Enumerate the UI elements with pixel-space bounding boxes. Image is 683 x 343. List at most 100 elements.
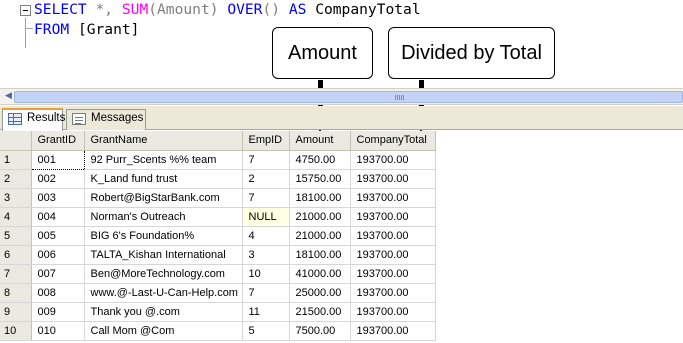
emp-id-cell[interactable]: 10 (242, 264, 290, 284)
grid-icon (8, 113, 22, 125)
row-number[interactable]: 10 (0, 321, 32, 341)
grant-name-cell[interactable]: Robert@BigStarBank.com (84, 188, 243, 208)
company-total-cell[interactable]: 193700.00 (350, 207, 436, 227)
company-total-cell[interactable]: 193700.00 (350, 150, 436, 170)
results-grid[interactable]: GrantID GrantName EmpID Amount CompanyTotal … (0, 131, 683, 343)
emp-id-cell[interactable]: 4 (242, 226, 290, 246)
grant-name-cell[interactable]: Norman's Outreach (84, 207, 243, 227)
amount-cell[interactable]: 18100.00 (289, 245, 351, 265)
grant-name-cell[interactable]: 92 Purr_Scents %% team (84, 150, 243, 170)
amount-cell[interactable]: 21000.00 (289, 226, 351, 246)
amount-cell[interactable]: 4750.00 (289, 150, 351, 170)
column-grantid-header[interactable]: GrantID (31, 131, 85, 151)
scroll-thumb[interactable] (14, 91, 683, 103)
code-alias: CompanyTotal (306, 1, 421, 18)
grant-name-cell[interactable]: TALTA_Kishan International (84, 245, 243, 265)
emp-id-cell[interactable]: 7 (242, 150, 290, 170)
grant-id-cell[interactable]: 009 (31, 302, 85, 322)
grant-name-cell[interactable]: Call Mom @Com (84, 321, 243, 341)
row-number[interactable]: 5 (0, 226, 32, 246)
keyword-select: SELECT (34, 1, 87, 18)
grant-name-cell[interactable]: Thank you @.com (84, 302, 243, 322)
column-row-number-header[interactable] (0, 131, 32, 151)
row-number[interactable]: 1 (0, 150, 32, 170)
company-total-cell[interactable]: 193700.00 (350, 264, 436, 284)
grant-id-cell[interactable]: 001 (30, 149, 85, 170)
result-tabs: Results Messages (0, 106, 683, 131)
grant-id-cell[interactable]: 008 (31, 283, 85, 303)
emp-id-cell[interactable]: NULL (242, 207, 290, 227)
company-total-cell[interactable]: 193700.00 (350, 283, 436, 303)
grant-id-cell[interactable]: 003 (31, 188, 85, 208)
row-number[interactable]: 3 (0, 188, 32, 208)
grant-id-cell[interactable]: 005 (31, 226, 85, 246)
table-row[interactable]: 7 007 Ben@MoreTechnology.com 10 41000.00 1937… (0, 264, 436, 284)
collapse-toggle-icon[interactable] (20, 5, 31, 16)
table-row[interactable]: 4 004 Norman's Outreach NULL 21000.00 193700.… (0, 207, 436, 227)
query-editor[interactable]: SELECT *, SUM(Amount) OVER() AS CompanyT… (0, 0, 683, 88)
grid-body: 1 001 92 Purr_Scents %% team 7 4750.00 193700… (0, 149, 436, 341)
grant-id-cell[interactable]: 002 (31, 169, 85, 189)
table-row[interactable]: 3 003 Robert@BigStarBank.com 7 18100.00 19370… (0, 188, 436, 208)
table-row[interactable]: 5 005 BIG 6's Foundation% 4 21000.00 193700.0… (0, 226, 436, 246)
grant-name-cell[interactable]: Ben@MoreTechnology.com (84, 264, 243, 284)
keyword-as: AS (288, 1, 307, 18)
company-total-cell[interactable]: 193700.00 (350, 321, 436, 341)
header-row: GrantID GrantName EmpID Amount CompanyTotal (0, 131, 436, 151)
amount-cell[interactable]: 21000.00 (289, 207, 351, 227)
row-number[interactable]: 2 (0, 169, 32, 189)
code-line-from: FROM [Grant] (34, 21, 139, 39)
results-table: GrantID GrantName EmpID Amount CompanyTotal … (0, 131, 436, 341)
column-empid-header[interactable]: EmpID (242, 131, 290, 151)
outline-guide (25, 18, 26, 48)
table-row[interactable]: 2 002 K_Land fund trust 2 15750.00 193700.00 (0, 169, 436, 189)
code-table: [Grant] (69, 21, 140, 38)
grant-id-cell[interactable]: 007 (31, 264, 85, 284)
grant-name-cell[interactable]: BIG 6's Foundation% (84, 226, 243, 246)
column-companytotal-header[interactable]: CompanyTotal (350, 131, 436, 151)
scroll-grip-icon (395, 95, 405, 100)
amount-cell[interactable]: 15750.00 (289, 169, 351, 189)
company-total-cell[interactable]: 193700.00 (350, 226, 436, 246)
grant-id-cell[interactable]: 010 (31, 321, 85, 341)
row-number[interactable]: 9 (0, 302, 32, 322)
code-line-select: SELECT *, SUM(Amount) OVER() AS CompanyT… (34, 1, 421, 19)
emp-id-cell[interactable]: 2 (242, 169, 290, 189)
emp-id-cell[interactable]: 3 (242, 245, 290, 265)
table-row[interactable]: 1 001 92 Purr_Scents %% team 7 4750.00 193700… (0, 149, 436, 170)
amount-cell[interactable]: 7500.00 (289, 321, 351, 341)
amount-cell[interactable]: 18100.00 (289, 188, 351, 208)
tab-results[interactable]: Results (2, 108, 65, 131)
table-row[interactable]: 8 008 www.@-Last-U-Can-Help.com 7 25000.00 19… (0, 283, 436, 303)
grant-id-cell[interactable]: 004 (31, 207, 85, 227)
tab-messages-label: Messages (91, 112, 144, 124)
amount-cell[interactable]: 21500.00 (289, 302, 351, 322)
row-number[interactable]: 4 (0, 207, 32, 227)
company-total-cell[interactable]: 193700.00 (350, 245, 436, 265)
table-row[interactable]: 6 006 TALTA_Kishan International 3 18100.00 1… (0, 245, 436, 265)
table-row[interactable]: 10 010 Call Mom @Com 5 7500.00 193700.00 (0, 321, 436, 341)
company-total-cell[interactable]: 193700.00 (350, 169, 436, 189)
amount-cell[interactable]: 41000.00 (289, 264, 351, 284)
callout-amount: Amount (272, 27, 373, 79)
emp-id-cell[interactable]: 5 (242, 321, 290, 341)
table-row[interactable]: 9 009 Thank you @.com 11 21500.00 193700.00 (0, 302, 436, 322)
amount-cell[interactable]: 25000.00 (289, 283, 351, 303)
function-sum: SUM (121, 1, 149, 18)
horizontal-scrollbar[interactable]: ◀ (0, 88, 683, 105)
keyword-over: OVER (227, 1, 263, 18)
row-number[interactable]: 8 (0, 283, 32, 303)
emp-id-cell[interactable]: 11 (242, 302, 290, 322)
emp-id-cell[interactable]: 7 (242, 283, 290, 303)
emp-id-cell[interactable]: 7 (242, 188, 290, 208)
grant-name-cell[interactable]: www.@-Last-U-Can-Help.com (84, 283, 243, 303)
company-total-cell[interactable]: 193700.00 (350, 302, 436, 322)
company-total-cell[interactable]: 193700.00 (350, 188, 436, 208)
grant-name-cell[interactable]: K_Land fund trust (84, 169, 243, 189)
row-number[interactable]: 7 (0, 264, 32, 284)
grant-id-cell[interactable]: 006 (31, 245, 85, 265)
tab-messages[interactable]: Messages (66, 109, 146, 130)
column-grantname-header[interactable]: GrantName (84, 131, 243, 151)
column-amount-header[interactable]: Amount (289, 131, 351, 151)
row-number[interactable]: 6 (0, 245, 32, 265)
